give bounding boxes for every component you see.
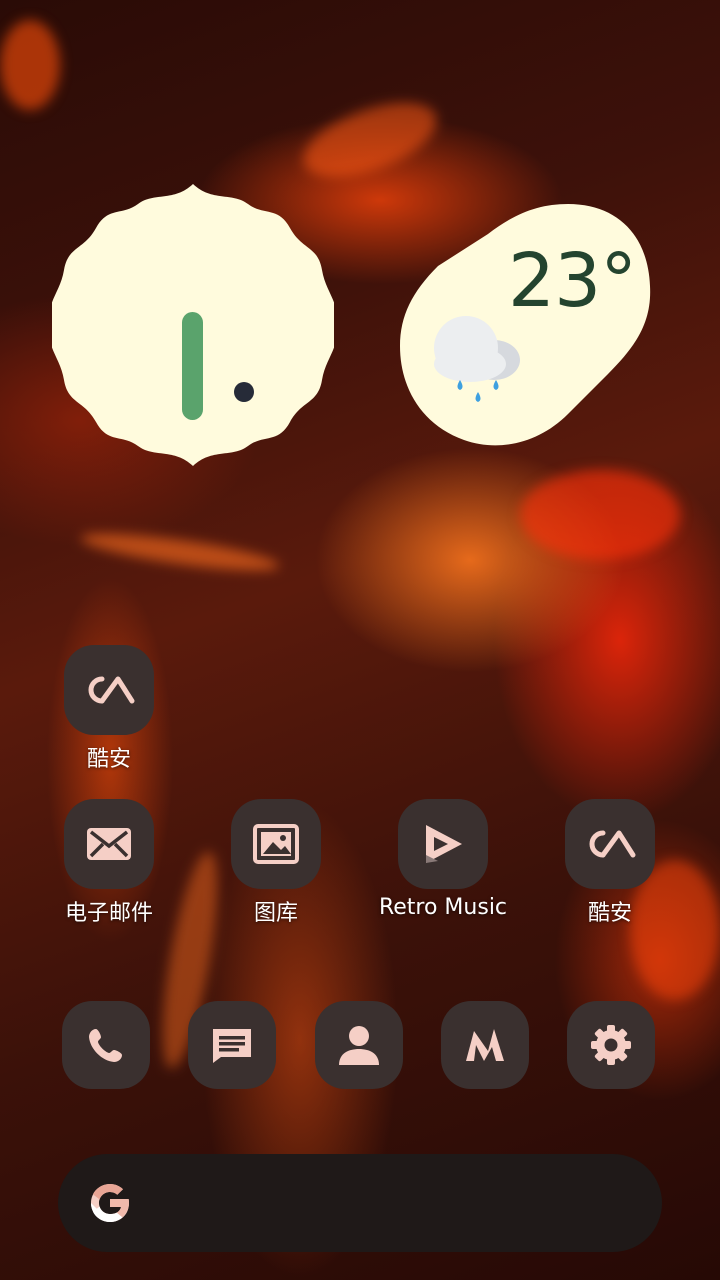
clock-face-icon xyxy=(52,184,334,466)
hour-hand xyxy=(182,312,203,420)
dock-contacts[interactable] xyxy=(315,1001,403,1089)
app-retro-music[interactable]: Retro Music xyxy=(363,799,523,920)
dock-nova[interactable] xyxy=(441,1001,529,1089)
wallpaper-flow xyxy=(0,20,60,110)
app-label: 酷安 xyxy=(86,747,131,772)
app-label: 酷安 xyxy=(587,901,632,926)
app-gallery[interactable]: 图库 xyxy=(196,799,356,927)
app-email[interactable]: 电子邮件 xyxy=(29,799,189,927)
phone-icon xyxy=(89,1029,122,1062)
coolapk-icon xyxy=(88,676,135,704)
app-coolapk[interactable]: 酷安 xyxy=(530,799,690,927)
app-icon-container[interactable] xyxy=(64,799,154,889)
clock-widget[interactable] xyxy=(52,184,334,466)
messages-icon xyxy=(213,1029,251,1063)
nova-icon xyxy=(466,1029,504,1061)
dock-settings[interactable] xyxy=(567,1001,655,1089)
dock-phone[interactable] xyxy=(62,1001,150,1089)
clock-dot xyxy=(234,382,254,402)
weather-temperature: 23° xyxy=(508,238,637,324)
cloud-rain-icon xyxy=(434,316,520,402)
google-g-icon xyxy=(91,1184,129,1222)
weather-widget[interactable]: 23° xyxy=(398,196,654,452)
google-search-bar[interactable] xyxy=(58,1154,662,1252)
app-coolapk[interactable]: 酷安 xyxy=(29,645,189,773)
wallpaper-flow xyxy=(79,526,281,578)
dock-messages[interactable] xyxy=(188,1001,276,1089)
retro-music-icon xyxy=(426,825,462,863)
app-label: 电子邮件 xyxy=(64,901,153,926)
gallery-icon xyxy=(253,824,299,864)
coolapk-icon xyxy=(589,830,636,858)
settings-gear-icon xyxy=(591,1025,631,1065)
app-icon-container[interactable] xyxy=(64,645,154,735)
app-icon-container[interactable] xyxy=(231,799,321,889)
wallpaper-flow xyxy=(520,470,680,560)
email-icon xyxy=(87,828,131,860)
app-label: 图库 xyxy=(253,901,298,926)
contacts-icon xyxy=(339,1026,379,1065)
app-icon-container[interactable] xyxy=(565,799,655,889)
home-screen: 23° 酷安 电子邮件 图库 Retro Music 酷安 xyxy=(0,0,720,1280)
app-label: Retro Music xyxy=(378,895,508,920)
wallpaper-flow xyxy=(293,87,447,193)
app-icon-container[interactable] xyxy=(398,799,488,889)
